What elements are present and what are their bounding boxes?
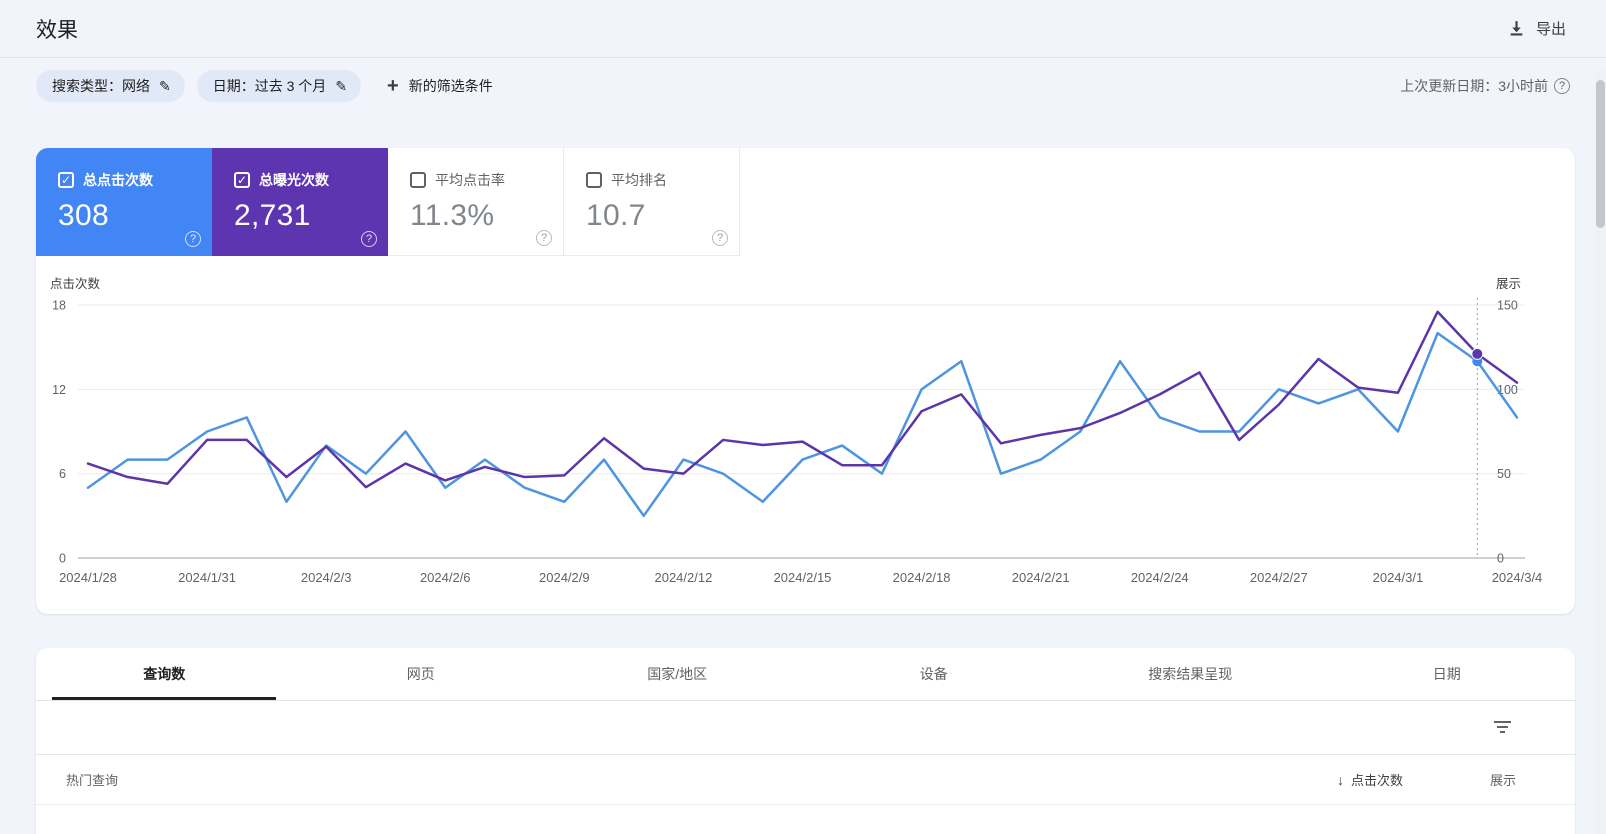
tab-label: 网页 [406,666,435,682]
svg-text:0: 0 [59,552,66,566]
tab-devices[interactable]: 设备 [806,648,1063,700]
svg-text:18: 18 [52,299,66,313]
performance-chart[interactable]: 18 150 12 100 6 50 0 0 点击次数 展示 2024/1/28 2024/1/31 2… [36,272,1575,608]
table-filter-row [36,701,1575,755]
checkbox-unchecked-icon[interactable] [410,172,426,188]
export-button[interactable]: 导出 [1508,18,1566,39]
avg-ctr-tile[interactable]: 平均点击率 11.3% ? [388,148,564,256]
clicks-header-label: 点击次数 [1350,773,1403,788]
svg-text:2024/2/18: 2024/2/18 [893,570,951,585]
scrollbar-thumb[interactable] [1596,80,1605,228]
page-scrollbar[interactable] [1595,70,1606,834]
svg-text:2024/2/9: 2024/2/9 [539,570,590,585]
svg-text:展示: 展示 [1496,277,1521,291]
filter-bar: 搜索类型：网络 ✎ 日期：过去 3 个月 ✎ + 新的筛选条件 上次更新日期：3… [36,70,1570,102]
svg-text:点击次数: 点击次数 [50,276,101,291]
svg-text:2024/1/28: 2024/1/28 [59,570,117,585]
svg-text:2024/2/21: 2024/2/21 [1012,570,1070,585]
help-icon[interactable]: ? [361,231,377,247]
download-icon [1508,20,1525,37]
help-icon[interactable]: ? [1554,78,1570,94]
plus-icon: + [387,74,399,97]
dimensions-card: 查询数 网页 国家/地区 设备 搜索结果呈现 日期 热门查询 ↓ 点击次数 展示 [36,648,1575,834]
svg-text:2024/2/6: 2024/2/6 [420,570,471,585]
filter-list-icon[interactable] [1494,721,1511,734]
metric-value: 10.7 [586,199,646,232]
edit-pencil-icon: ✎ [335,77,348,94]
dimension-tabs: 查询数 网页 国家/地区 设备 搜索结果呈现 日期 [36,648,1575,701]
date-range-chip-label: 日期：过去 3 个月 [212,78,327,94]
svg-text:2024/2/3: 2024/2/3 [301,570,352,585]
checkbox-checked-icon[interactable]: ✓ [234,172,250,188]
date-range-chip[interactable]: 日期：过去 3 个月 ✎ [196,70,362,102]
svg-text:2024/2/24: 2024/2/24 [1131,570,1189,585]
svg-text:2024/2/15: 2024/2/15 [774,570,832,585]
new-filter-label: 新的筛选条件 [408,78,493,94]
table-header-row: 热门查询 ↓ 点击次数 展示 [36,755,1575,805]
avg-position-tile[interactable]: 平均排名 10.7 ? [564,148,740,256]
svg-text:12: 12 [52,383,66,397]
metric-value: 11.3% [410,199,495,232]
tab-queries[interactable]: 查询数 [36,648,293,700]
tab-label: 国家/地区 [647,666,708,682]
svg-text:150: 150 [1497,299,1518,313]
clicks-column-header[interactable]: ↓ 点击次数 [1337,770,1403,789]
impressions-column-header[interactable]: 展示 [1490,770,1516,789]
svg-text:2024/3/4: 2024/3/4 [1492,570,1543,585]
last-updated-text: 上次更新日期：3小时前 [1400,78,1548,94]
new-filter-button[interactable]: + 新的筛选条件 [387,75,493,98]
tab-countries[interactable]: 国家/地区 [549,648,806,700]
active-tab-underline [52,697,277,700]
metric-value: 2,731 [234,199,311,232]
tab-label: 日期 [1432,666,1461,682]
tab-label: 设备 [919,666,948,682]
tab-label: 查询数 [143,666,186,682]
export-label: 导出 [1535,21,1566,38]
svg-text:0: 0 [1497,552,1504,566]
svg-text:2024/2/27: 2024/2/27 [1250,570,1308,585]
metric-label: 平均排名 [611,172,667,188]
total-clicks-tile[interactable]: ✓ 总点击次数 308 ? [36,148,212,256]
tab-dates[interactable]: 日期 [1319,648,1576,700]
last-updated: 上次更新日期：3小时前 ? [1400,76,1570,96]
help-icon[interactable]: ? [185,231,201,247]
page-title: 效果 [36,18,78,42]
svg-text:50: 50 [1497,467,1511,481]
search-type-chip-label: 搜索类型：网络 [52,78,150,94]
svg-text:2024/2/12: 2024/2/12 [654,570,712,585]
svg-text:2024/3/1: 2024/3/1 [1373,570,1424,585]
metric-label: 平均点击率 [435,172,505,188]
metric-label: 总曝光次数 [259,172,329,188]
edit-pencil-icon: ✎ [159,77,171,94]
help-icon[interactable]: ? [536,230,552,246]
top-queries-header: 热门查询 [66,773,119,788]
search-type-chip[interactable]: 搜索类型：网络 ✎ [36,70,185,102]
metric-tiles: ✓ 总点击次数 308 ? ✓ 总曝光次数 2,731 ? 平均点击率 11.3… [36,148,1575,256]
tab-search-appearance[interactable]: 搜索结果呈现 [1062,648,1319,700]
checkbox-unchecked-icon[interactable] [586,172,602,188]
svg-text:6: 6 [59,467,66,481]
svg-text:2024/1/31: 2024/1/31 [178,570,236,585]
top-bar: 效果 导出 [0,0,1606,58]
metric-value: 308 [58,199,109,232]
metric-label: 总点击次数 [83,172,153,188]
tab-pages[interactable]: 网页 [293,648,550,700]
sort-down-icon: ↓ [1336,771,1344,788]
performance-card: ✓ 总点击次数 308 ? ✓ 总曝光次数 2,731 ? 平均点击率 11.3… [36,148,1575,614]
total-impressions-tile[interactable]: ✓ 总曝光次数 2,731 ? [212,148,388,256]
tab-label: 搜索结果呈现 [1148,666,1233,682]
help-icon[interactable]: ? [712,230,728,246]
checkbox-checked-icon[interactable]: ✓ [58,172,74,188]
